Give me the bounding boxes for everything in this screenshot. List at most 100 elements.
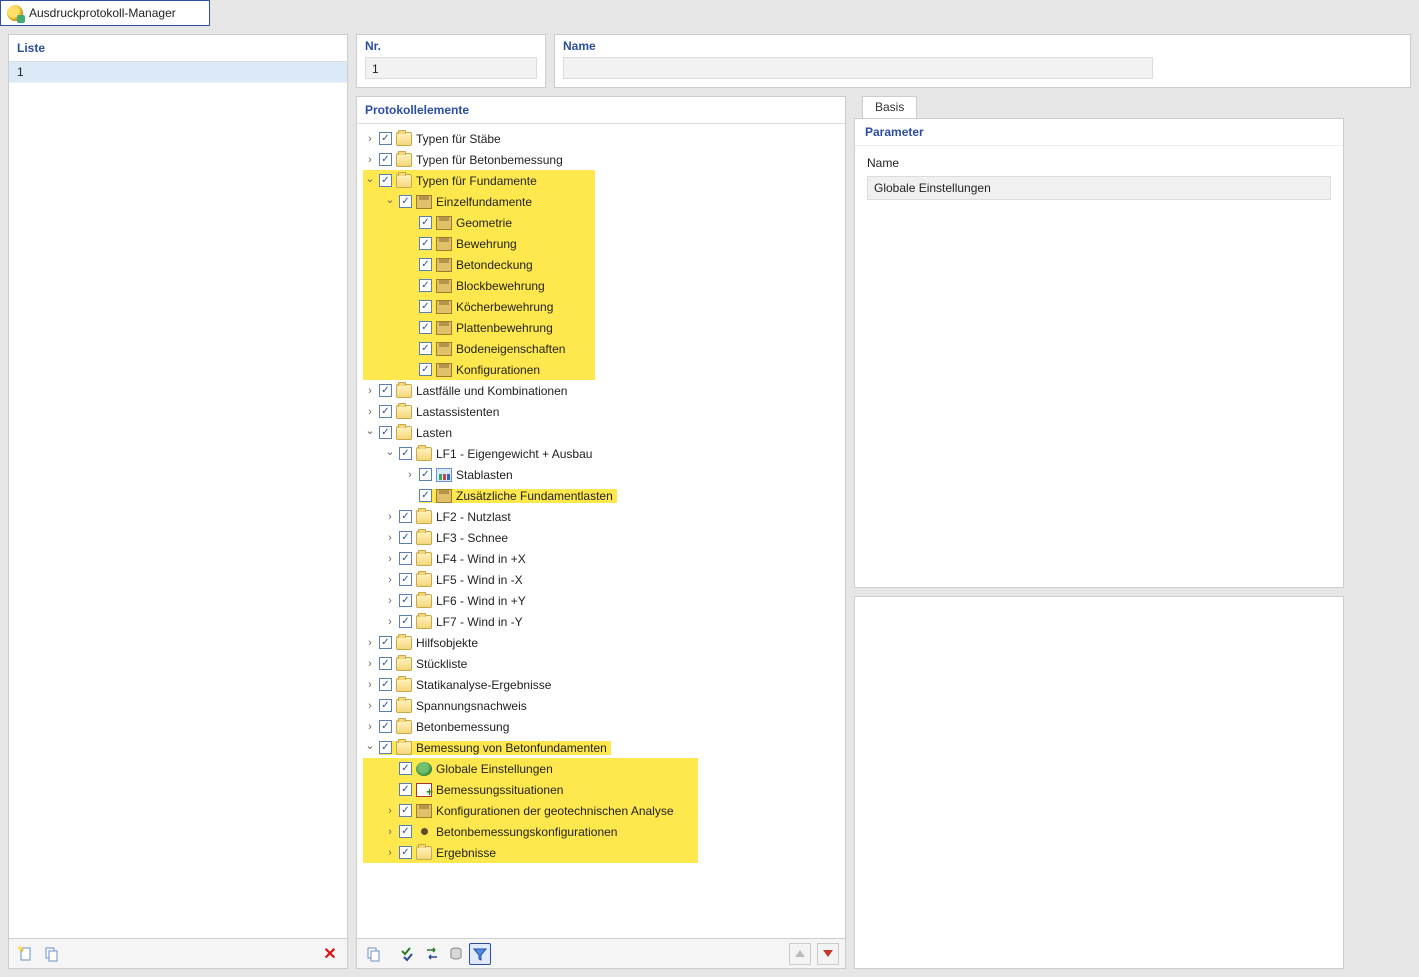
checkbox[interactable] [399, 615, 412, 628]
chevron-right-icon[interactable]: › [383, 510, 397, 524]
chevron-right-icon[interactable]: › [383, 594, 397, 608]
filter-button[interactable] [469, 943, 491, 965]
tree-item[interactable]: ›Hilfsobjekte [363, 632, 845, 653]
checkbox[interactable] [379, 174, 392, 187]
checkbox[interactable] [419, 258, 432, 271]
tree-item[interactable]: ›LF4 - Wind in +X [363, 548, 845, 569]
tree-copy-button[interactable] [363, 943, 385, 965]
tree-item[interactable]: ⌄LF1 - Eigengewicht + Ausbau [363, 443, 845, 464]
chevron-right-icon[interactable]: › [383, 531, 397, 545]
checkbox[interactable] [379, 132, 392, 145]
chevron-right-icon[interactable]: › [363, 720, 377, 734]
chevron-right-icon[interactable]: › [383, 804, 397, 818]
tree-item[interactable]: ⌄Lasten [363, 422, 845, 443]
chevron-right-icon[interactable]: › [383, 825, 397, 839]
tree-item[interactable]: Globale Einstellungen [363, 758, 698, 779]
checkbox[interactable] [379, 741, 392, 754]
tree-item[interactable]: ›Ergebnisse [363, 842, 698, 863]
checkbox[interactable] [379, 720, 392, 733]
checkbox[interactable] [399, 447, 412, 460]
tree-item[interactable]: Betondeckung [363, 254, 595, 275]
tree-item[interactable]: ›Konfigurationen der geotechnischen Anal… [363, 800, 698, 821]
tree-item[interactable]: Plattenbewehrung [363, 317, 595, 338]
tree-item[interactable]: ›LF6 - Wind in +Y [363, 590, 845, 611]
tree-item[interactable]: ›Lastassistenten [363, 401, 845, 422]
checkbox[interactable] [419, 237, 432, 250]
new-button[interactable] [15, 943, 37, 965]
tab-basis[interactable]: Basis [862, 96, 917, 118]
checkbox[interactable] [399, 594, 412, 607]
checkbox[interactable] [399, 552, 412, 565]
checkbox[interactable] [379, 153, 392, 166]
check-all-button[interactable] [397, 943, 419, 965]
checkbox[interactable] [379, 405, 392, 418]
checkbox[interactable] [419, 342, 432, 355]
tree-item[interactable]: ›Stablasten [363, 464, 845, 485]
tree-item[interactable]: ⌄Bemessung von Betonfundamenten [363, 737, 845, 758]
tree-item[interactable]: ›Betonbemessungskonfigurationen [363, 821, 698, 842]
checkbox[interactable] [379, 384, 392, 397]
chevron-right-icon[interactable]: › [363, 699, 377, 713]
checkbox[interactable] [399, 531, 412, 544]
tree-item[interactable]: Bewehrung [363, 233, 595, 254]
tree-item[interactable]: ›Typen für Betonbemessung [363, 149, 845, 170]
checkbox[interactable] [379, 699, 392, 712]
tree-item[interactable]: ›LF2 - Nutzlast [363, 506, 845, 527]
checkbox[interactable] [379, 678, 392, 691]
tree-item[interactable]: ›Betonbemessung [363, 716, 845, 737]
checkbox[interactable] [399, 825, 412, 838]
delete-button[interactable]: ✕ [319, 943, 341, 965]
tree-item[interactable]: Blockbewehrung [363, 275, 595, 296]
checkbox[interactable] [379, 636, 392, 649]
nr-input[interactable]: 1 [365, 57, 537, 79]
tree-item[interactable]: ⌄Typen für Fundamente [363, 170, 595, 191]
tree-body[interactable]: ›Typen für Stäbe›Typen für Betonbemessun… [357, 124, 845, 938]
checkbox[interactable] [399, 804, 412, 817]
chevron-right-icon[interactable]: › [363, 384, 377, 398]
checkbox[interactable] [419, 468, 432, 481]
tree-item[interactable]: ›Lastfälle und Kombinationen [363, 380, 845, 401]
tree-item[interactable]: Bemessungssituationen [363, 779, 698, 800]
swap-button[interactable] [421, 943, 443, 965]
tree-item[interactable]: ›Typen für Stäbe [363, 128, 845, 149]
chevron-down-icon[interactable]: ⌄ [383, 193, 397, 207]
chevron-right-icon[interactable]: › [363, 678, 377, 692]
tree-item[interactable]: Zusätzliche Fundamentlasten [363, 485, 845, 506]
chevron-down-icon[interactable]: ⌄ [363, 172, 377, 186]
chevron-right-icon[interactable]: › [383, 615, 397, 629]
database-button[interactable] [445, 943, 467, 965]
chevron-right-icon[interactable]: › [363, 636, 377, 650]
chevron-right-icon[interactable]: › [383, 846, 397, 860]
checkbox[interactable] [419, 216, 432, 229]
chevron-down-icon[interactable]: ⌄ [363, 739, 377, 753]
checkbox[interactable] [399, 762, 412, 775]
chevron-right-icon[interactable]: › [363, 132, 377, 146]
checkbox[interactable] [379, 426, 392, 439]
move-up-button[interactable] [789, 943, 811, 965]
checkbox[interactable] [399, 573, 412, 586]
chevron-right-icon[interactable]: › [363, 657, 377, 671]
chevron-right-icon[interactable]: › [383, 573, 397, 587]
chevron-right-icon[interactable]: › [363, 153, 377, 167]
tree-item[interactable]: ⌄Einzelfundamente [363, 191, 595, 212]
chevron-down-icon[interactable]: ⌄ [363, 424, 377, 438]
tree-item[interactable]: Geometrie [363, 212, 595, 233]
name-input[interactable] [563, 57, 1153, 79]
param-name-value[interactable]: Globale Einstellungen [867, 176, 1331, 200]
chevron-down-icon[interactable]: ⌄ [383, 445, 397, 459]
checkbox[interactable] [399, 846, 412, 859]
checkbox[interactable] [399, 195, 412, 208]
checkbox[interactable] [379, 657, 392, 670]
checkbox[interactable] [419, 279, 432, 292]
tree-item[interactable]: ›LF7 - Wind in -Y [363, 611, 845, 632]
list-item[interactable]: 1 [9, 62, 347, 83]
chevron-right-icon[interactable]: › [363, 405, 377, 419]
tree-item[interactable]: Konfigurationen [363, 359, 595, 380]
checkbox[interactable] [419, 321, 432, 334]
tree-item[interactable]: ›LF5 - Wind in -X [363, 569, 845, 590]
checkbox[interactable] [399, 783, 412, 796]
tree-item[interactable]: ›LF3 - Schnee [363, 527, 845, 548]
copy-button[interactable] [41, 943, 63, 965]
tree-item[interactable]: Bodeneigenschaften [363, 338, 595, 359]
checkbox[interactable] [419, 363, 432, 376]
